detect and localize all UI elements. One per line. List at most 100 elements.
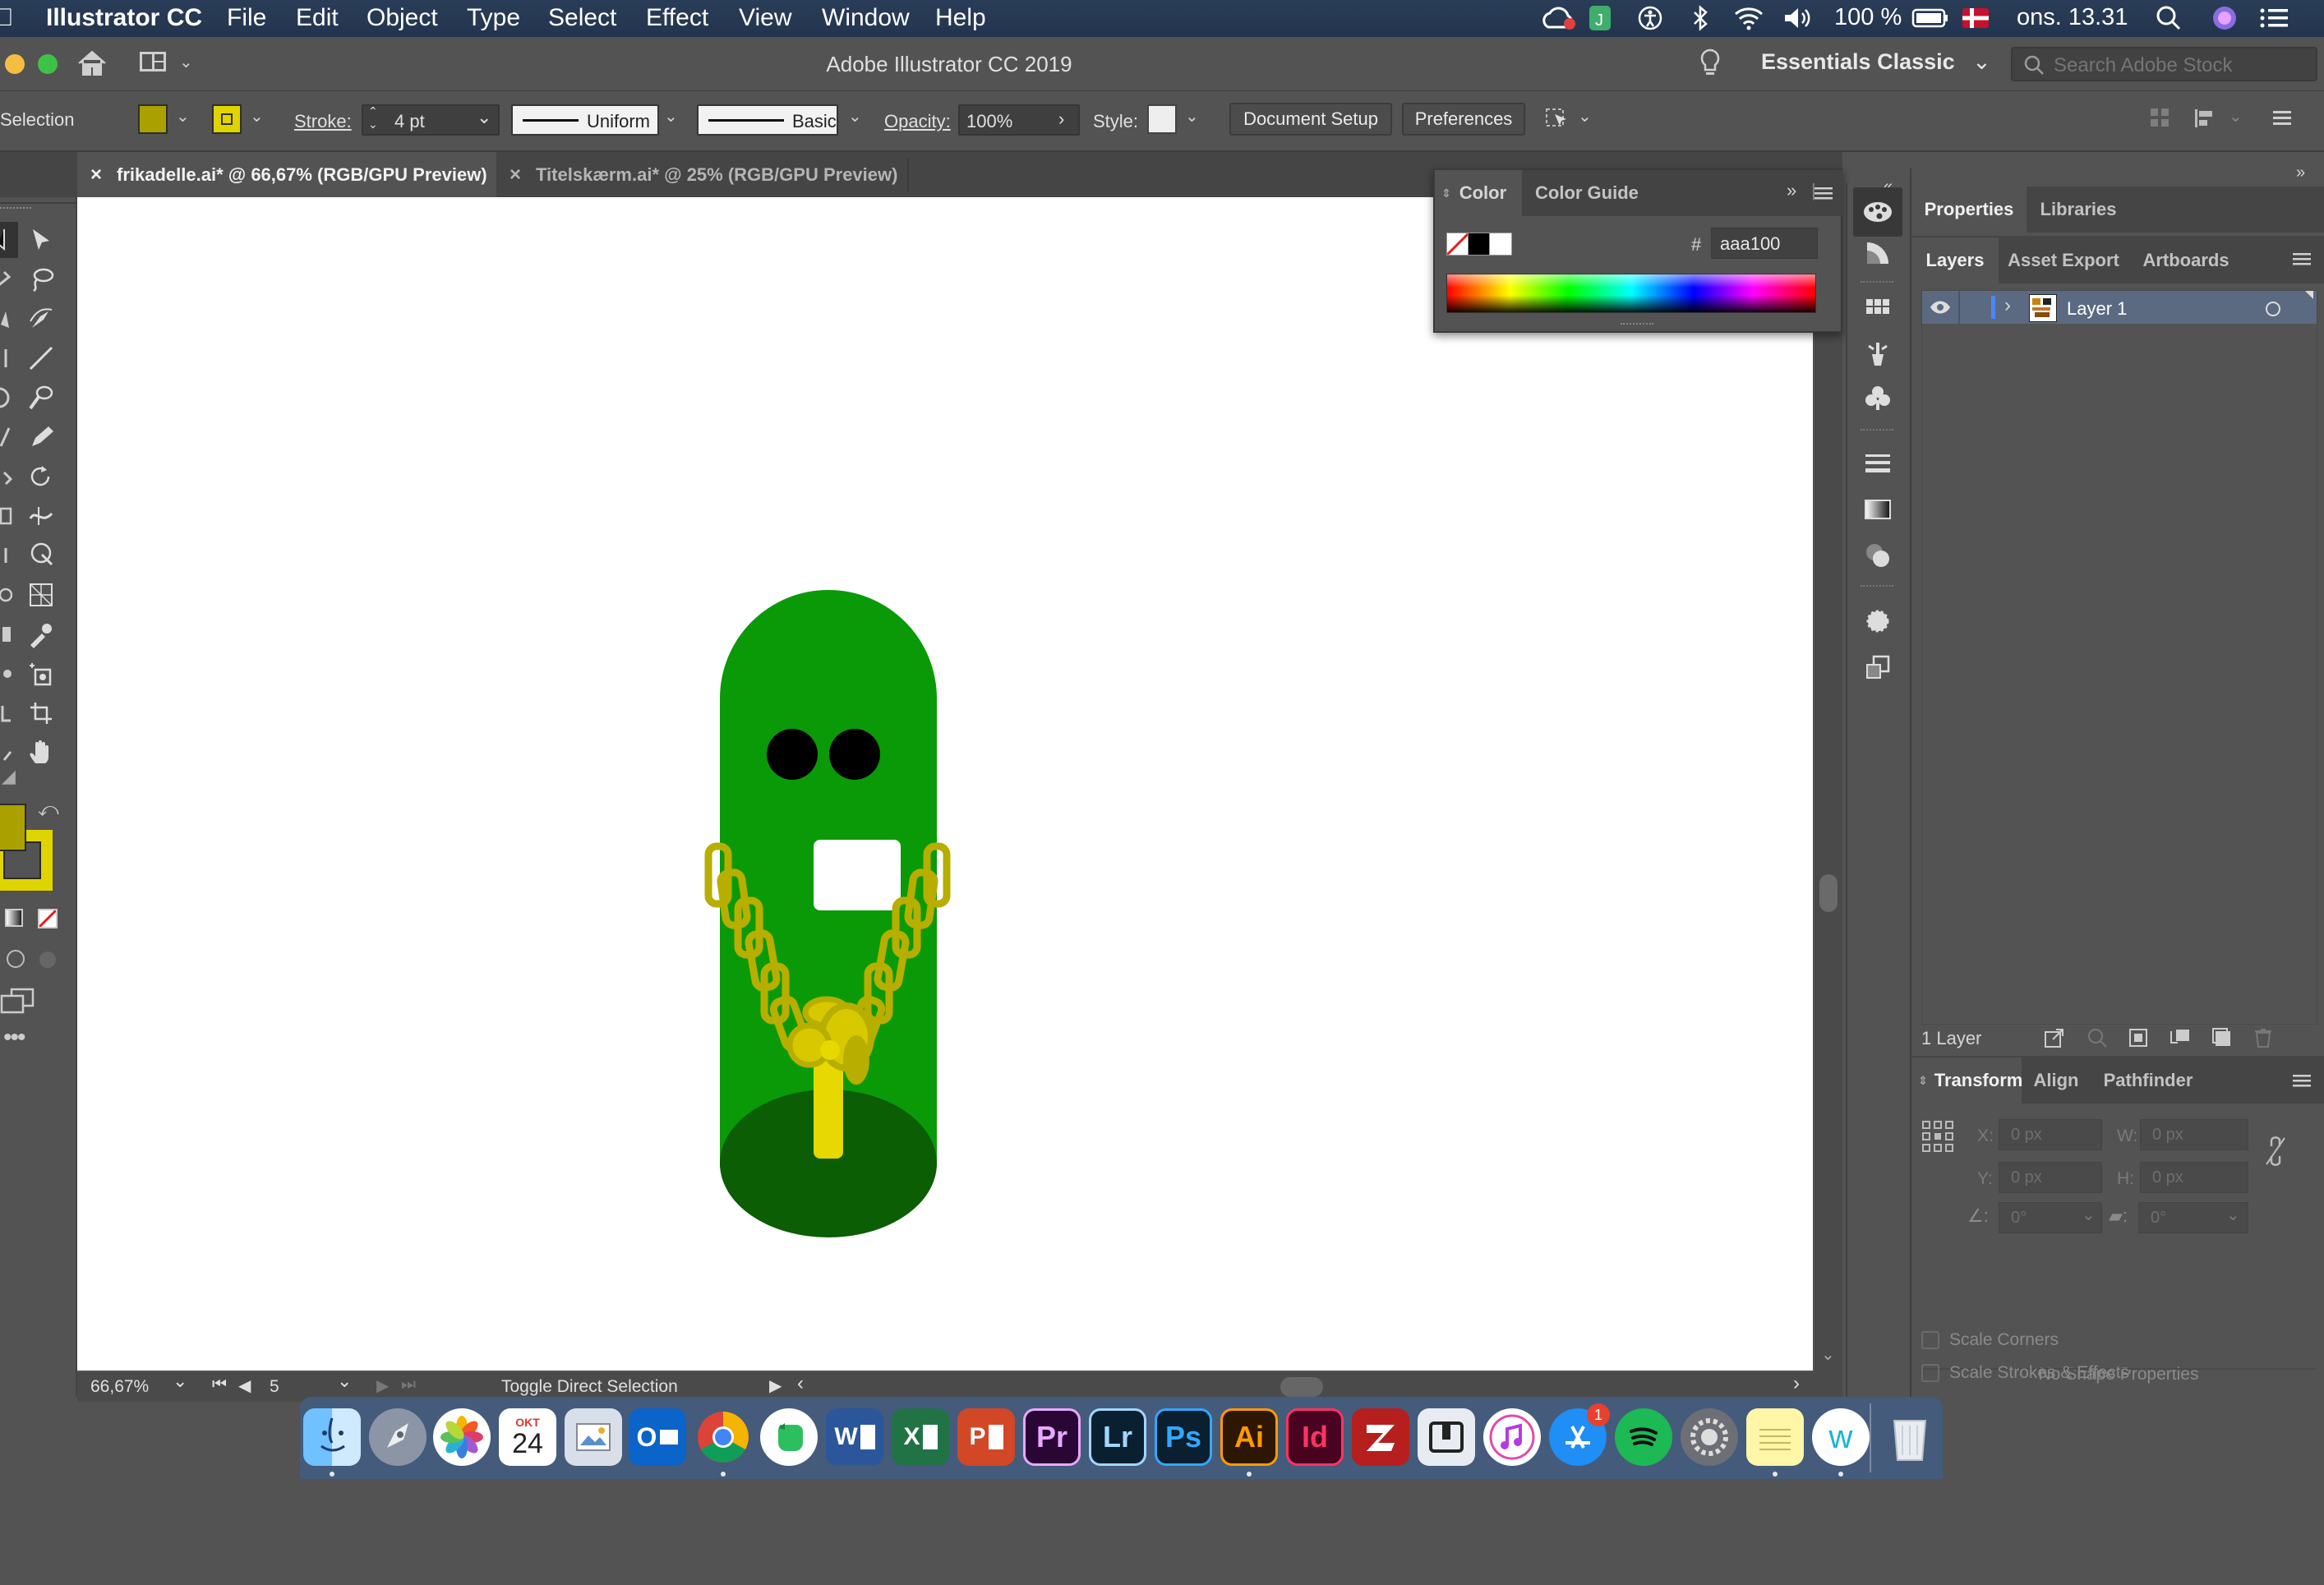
shear-chevron-icon[interactable]: ⌄: [2226, 1205, 2240, 1225]
none-color-icon[interactable]: [1446, 233, 1469, 256]
swatches-panel-icon[interactable]: [1860, 291, 1896, 327]
panel-expand-icon[interactable]: ⇕: [1918, 1074, 1928, 1088]
menu-edit[interactable]: Edit: [296, 4, 339, 32]
itunes-icon[interactable]: [1483, 1408, 1541, 1466]
siri-icon[interactable]: [2211, 4, 2239, 39]
toolbar-fill-swatch[interactable]: [0, 804, 26, 851]
transform-options-icon[interactable]: [2193, 106, 2220, 131]
tab-pathfinder[interactable]: Pathfinder: [2091, 1057, 2206, 1104]
rectangle-tool-cropped[interactable]: [0, 380, 18, 416]
spotlight-search-icon[interactable]: [2155, 4, 2183, 39]
draw-behind-icon[interactable]: [39, 951, 56, 968]
tab-libraries[interactable]: Libraries: [2027, 187, 2130, 233]
stroke-weight-field[interactable]: ⌃ ⌄ 4 pt ⌄: [362, 104, 500, 136]
stroke-color-swatch[interactable]: [212, 104, 242, 134]
tab-frikadelle[interactable]: × frikadelle.ai* @ 66,67% (RGB/GPU Previ…: [77, 152, 496, 197]
appearance-panel-icon[interactable]: [1860, 603, 1896, 639]
transform-options-chevron-icon[interactable]: ⌄: [2229, 106, 2243, 127]
menu-app-name[interactable]: Illustrator CC: [46, 4, 202, 32]
selection-options-icon[interactable]: [1543, 104, 1571, 132]
photos-icon[interactable]: [433, 1408, 491, 1466]
canvas-area[interactable]: ⌄: [77, 197, 1842, 1372]
menu-window[interactable]: Window: [822, 4, 910, 32]
tab-artboards[interactable]: Artboards: [2128, 237, 2243, 283]
transform-panel-menu-icon[interactable]: [2291, 1072, 2312, 1089]
vertical-scrollbar[interactable]: ⌄: [1814, 197, 1842, 1372]
outlook-icon[interactable]: O: [629, 1408, 686, 1466]
scroll-left-icon[interactable]: ‹: [797, 1372, 804, 1395]
width-field[interactable]: 0 px: [2140, 1119, 2248, 1150]
edit-toolbar-icon[interactable]: •••: [3, 1024, 25, 1052]
opacity-value[interactable]: 100%: [966, 111, 1012, 132]
rotate-tool[interactable]: [23, 458, 59, 495]
flag-denmark-icon[interactable]: [1962, 4, 1989, 39]
word-icon[interactable]: W: [826, 1408, 883, 1466]
layer-target-icon[interactable]: [2266, 302, 2280, 316]
variable-width-profile-dropdown[interactable]: Uniform: [511, 104, 659, 136]
graphic-style-swatch[interactable]: [1147, 104, 1177, 134]
color-panel-icon[interactable]: [1853, 187, 1902, 237]
apple-icon[interactable]: : [0, 4, 14, 32]
brush-definition-dropdown[interactable]: Basic: [697, 104, 838, 136]
paintbrush-tool-cropped[interactable]: [0, 419, 18, 455]
premiere-icon[interactable]: Pr: [1023, 1408, 1081, 1466]
direct-selection-tool[interactable]: [23, 222, 59, 258]
width-tool[interactable]: [23, 498, 59, 534]
close-tab-icon[interactable]: ×: [510, 164, 521, 187]
first-artboard-icon[interactable]: ⏮: [212, 1375, 227, 1394]
expand-layer-icon[interactable]: ›: [2004, 294, 2011, 317]
align-to-icon[interactable]: [2148, 106, 2173, 131]
style-chevron-icon[interactable]: ⌄: [1185, 106, 1199, 127]
creative-cloud-icon[interactable]: [1540, 4, 1576, 39]
swap-fill-stroke-icon[interactable]: ⤺: [38, 799, 59, 822]
layer-selection-indicator[interactable]: [2305, 291, 2313, 299]
illustrator-icon[interactable]: Ai: [1220, 1408, 1278, 1466]
chrome-icon[interactable]: [694, 1408, 752, 1466]
tab-properties[interactable]: Properties: [1911, 187, 2027, 233]
tab-titelskaerm[interactable]: × Titelskærm.ai* @ 25% (RGB/GPU Preview): [496, 152, 907, 197]
pencil-tool[interactable]: [23, 419, 59, 455]
draw-normal-icon[interactable]: [7, 950, 25, 968]
lightroom-icon[interactable]: Lr: [1089, 1408, 1146, 1466]
eraser-tool-cropped[interactable]: [0, 458, 18, 495]
gradient-tool-cropped[interactable]: [0, 616, 18, 652]
opacity-arrow-icon[interactable]: ›: [1058, 108, 1064, 130]
stroke-weight-chevron-icon[interactable]: ⌄: [477, 107, 491, 128]
screen-mode-icon[interactable]: [0, 986, 36, 1016]
app-store-icon[interactable]: 1: [1549, 1403, 1610, 1466]
shear-field[interactable]: 0° ⌄: [2138, 1202, 2248, 1233]
scroll-down-icon[interactable]: ⌄: [1821, 1344, 1835, 1365]
hex-value[interactable]: aaa100: [1720, 233, 1780, 255]
vertical-scroll-thumb[interactable]: [1819, 874, 1838, 912]
line-segment-tool[interactable]: [23, 340, 59, 376]
artboard-chevron-icon[interactable]: ⌄: [337, 1371, 352, 1392]
pen-tool-cropped[interactable]: [0, 301, 18, 337]
preferences-button[interactable]: Preferences: [1402, 103, 1525, 136]
excel-icon[interactable]: X: [892, 1408, 949, 1466]
next-artboard-icon[interactable]: ▶: [376, 1375, 389, 1396]
gradient-panel-icon[interactable]: [1860, 491, 1896, 528]
selection-options-chevron-icon[interactable]: ⌄: [1578, 106, 1592, 127]
color-spectrum[interactable]: [1446, 274, 1816, 313]
spotify-icon[interactable]: [1615, 1408, 1672, 1466]
eye-icon[interactable]: [1929, 297, 1952, 317]
locate-object-icon[interactable]: [2086, 1026, 2109, 1049]
clock[interactable]: ons. 13.31: [2017, 4, 2128, 31]
slice-tool[interactable]: [23, 695, 59, 731]
layers-list[interactable]: › Layer 1: [1921, 290, 2317, 1025]
control-bar-menu-icon[interactable]: [2270, 106, 2294, 131]
curvature-tool[interactable]: [23, 301, 59, 337]
transparency-panel-icon[interactable]: [1860, 537, 1896, 574]
finder-icon[interactable]: [303, 1408, 361, 1466]
trash-icon[interactable]: [1881, 1408, 1939, 1466]
stock-search-box[interactable]: [2011, 47, 2317, 81]
tab-align[interactable]: Align: [2022, 1057, 2091, 1104]
black-color-swatch[interactable]: [1468, 233, 1491, 256]
battery-icon[interactable]: [1911, 4, 1949, 39]
hand-tool[interactable]: [23, 735, 59, 771]
x-field[interactable]: 0 px: [1999, 1119, 2102, 1150]
profile-chevron-icon[interactable]: ⌄: [664, 106, 678, 127]
fill-color-swatch[interactable]: [138, 104, 168, 134]
color-panel-resize-grip[interactable]: [1621, 323, 1653, 328]
tab-asset-export[interactable]: Asset Export: [1999, 237, 2128, 283]
